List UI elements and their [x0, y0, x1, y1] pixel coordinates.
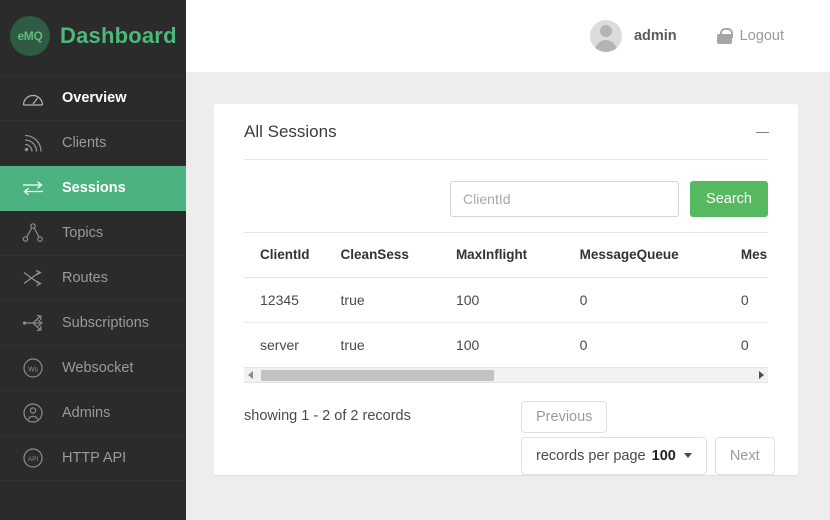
sidebar-item-routes[interactable]: Routes [0, 256, 186, 301]
sidebar-item-label: Sessions [62, 179, 126, 196]
cell-maxinflight: 100 [455, 277, 580, 323]
column-header[interactable]: MaxInflight [455, 233, 580, 278]
search-button[interactable]: Search [690, 181, 768, 217]
cell-messagequeue: 0 [579, 322, 741, 368]
horizontal-scrollbar[interactable] [244, 367, 768, 383]
sidebar-item-websocket[interactable]: Ws Websocket [0, 346, 186, 391]
records-per-page-dropdown[interactable]: records per page 100 [521, 436, 707, 475]
records-per-page-row: records per page 100 Next [521, 436, 781, 475]
sidebar-item-label: Clients [62, 134, 107, 151]
user-avatar-icon [589, 20, 622, 52]
svg-text:API: API [28, 456, 39, 463]
logout-label: Logout [739, 28, 784, 44]
scroll-left-arrow-icon[interactable] [244, 367, 257, 382]
sidebar-item-label: Subscriptions [62, 314, 150, 331]
table-header-row: ClientId CleanSess MaxInflight MessageQu… [244, 233, 768, 278]
sessions-table: ClientId CleanSess MaxInflight MessageQu… [244, 233, 768, 368]
table-row[interactable]: server true 100 0 0 [244, 322, 768, 368]
user-menu[interactable]: admin [589, 20, 677, 52]
cell-maxinflight: 100 [455, 322, 580, 368]
user-circle-icon [22, 402, 44, 424]
column-header[interactable]: MessageDr [740, 233, 768, 278]
sidebar-item-overview[interactable]: Overview [0, 76, 186, 121]
sidebar-item-admins[interactable]: Admins [0, 391, 186, 436]
shuffle-icon [22, 267, 44, 289]
brand-title: Dashboard [60, 23, 177, 48]
sidebar-item-http-api[interactable]: API HTTP API [0, 436, 186, 481]
chevron-down-icon [683, 453, 692, 458]
cell-messagedropped: 0 [740, 277, 768, 323]
records-info: showing 1 - 2 of 2 records [244, 407, 411, 424]
records-per-page-label: records per page [536, 447, 646, 464]
sidebar-item-label: Overview [62, 90, 127, 107]
panel-header: All Sessions [214, 104, 798, 159]
svg-text:Ws: Ws [28, 367, 39, 374]
sessions-table-wrapper: ClientId CleanSess MaxInflight MessageQu… [244, 232, 768, 383]
sidebar-item-subscriptions[interactable]: Subscriptions [0, 301, 186, 346]
subscription-icon [22, 312, 44, 334]
topic-tree-icon [22, 222, 44, 244]
gauge-icon [22, 88, 44, 110]
exchange-icon [22, 177, 44, 199]
table-head: ClientId CleanSess MaxInflight MessageQu… [244, 233, 768, 278]
sidebar-item-clients[interactable]: Clients [0, 121, 186, 166]
sidebar-nav: Overview Clients Sessions Topics Routes … [0, 76, 186, 481]
brand-header[interactable]: eMQ Dashboard [0, 0, 186, 72]
search-row: Search [214, 160, 798, 217]
sidebar-item-topics[interactable]: Topics [0, 211, 186, 256]
previous-button[interactable]: Previous [521, 400, 608, 433]
column-header[interactable]: ClientId [244, 233, 341, 278]
scroll-right-arrow-icon[interactable] [755, 367, 768, 382]
table-body: 12345 true 100 0 0 server true 100 0 0 [244, 277, 768, 368]
sidebar-item-label: Topics [62, 224, 104, 241]
page-title: All Sessions [244, 121, 337, 141]
sidebar-item-label: HTTP API [62, 449, 127, 466]
signal-icon [22, 132, 44, 154]
pagination-controls: Previous records per page 100 Next [521, 400, 781, 475]
websocket-icon: Ws [22, 357, 44, 379]
sidebar-item-label: Websocket [62, 359, 134, 376]
table-footer: showing 1 - 2 of 2 records Previous reco… [214, 400, 798, 476]
sidebar-item-label: Admins [62, 404, 111, 421]
logout-button[interactable]: Logout [716, 28, 784, 44]
sidebar: eMQ Dashboard Overview Clients Sessions … [0, 0, 186, 520]
api-circle-icon: API [22, 447, 44, 469]
lock-icon [716, 28, 733, 44]
emq-logo-icon: eMQ [10, 16, 50, 56]
column-header[interactable]: CleanSess [340, 233, 456, 278]
next-button[interactable]: Next [714, 436, 775, 475]
all-sessions-panel: All Sessions Search ClientId CleanSess M… [214, 104, 798, 475]
sidebar-item-label: Routes [62, 269, 108, 286]
dashboard-page: eMQ Dashboard Overview Clients Sessions … [0, 0, 830, 520]
column-header[interactable]: MessageQueue [579, 233, 741, 278]
previous-row: Previous [521, 400, 781, 433]
top-header-bar: admin Logout [186, 0, 830, 72]
user-name: admin [633, 28, 677, 44]
cell-cleansess: true [340, 322, 456, 368]
table-scroll-viewport: ClientId CleanSess MaxInflight MessageQu… [244, 233, 768, 368]
table-row[interactable]: 12345 true 100 0 0 [244, 277, 768, 323]
scrollbar-thumb[interactable] [261, 369, 494, 381]
cell-clientid: 12345 [244, 277, 341, 323]
sidebar-item-sessions[interactable]: Sessions [0, 166, 186, 211]
cell-messagedropped: 0 [740, 322, 768, 368]
cell-cleansess: true [340, 277, 456, 323]
main-content: All Sessions Search ClientId CleanSess M… [186, 72, 830, 520]
cell-messagequeue: 0 [579, 277, 741, 323]
records-per-page-value: 100 [651, 447, 676, 464]
logo-text: eMQ [17, 29, 43, 43]
minimize-icon[interactable] [756, 125, 770, 139]
cell-clientid: server [244, 322, 341, 368]
search-input[interactable] [450, 181, 680, 217]
